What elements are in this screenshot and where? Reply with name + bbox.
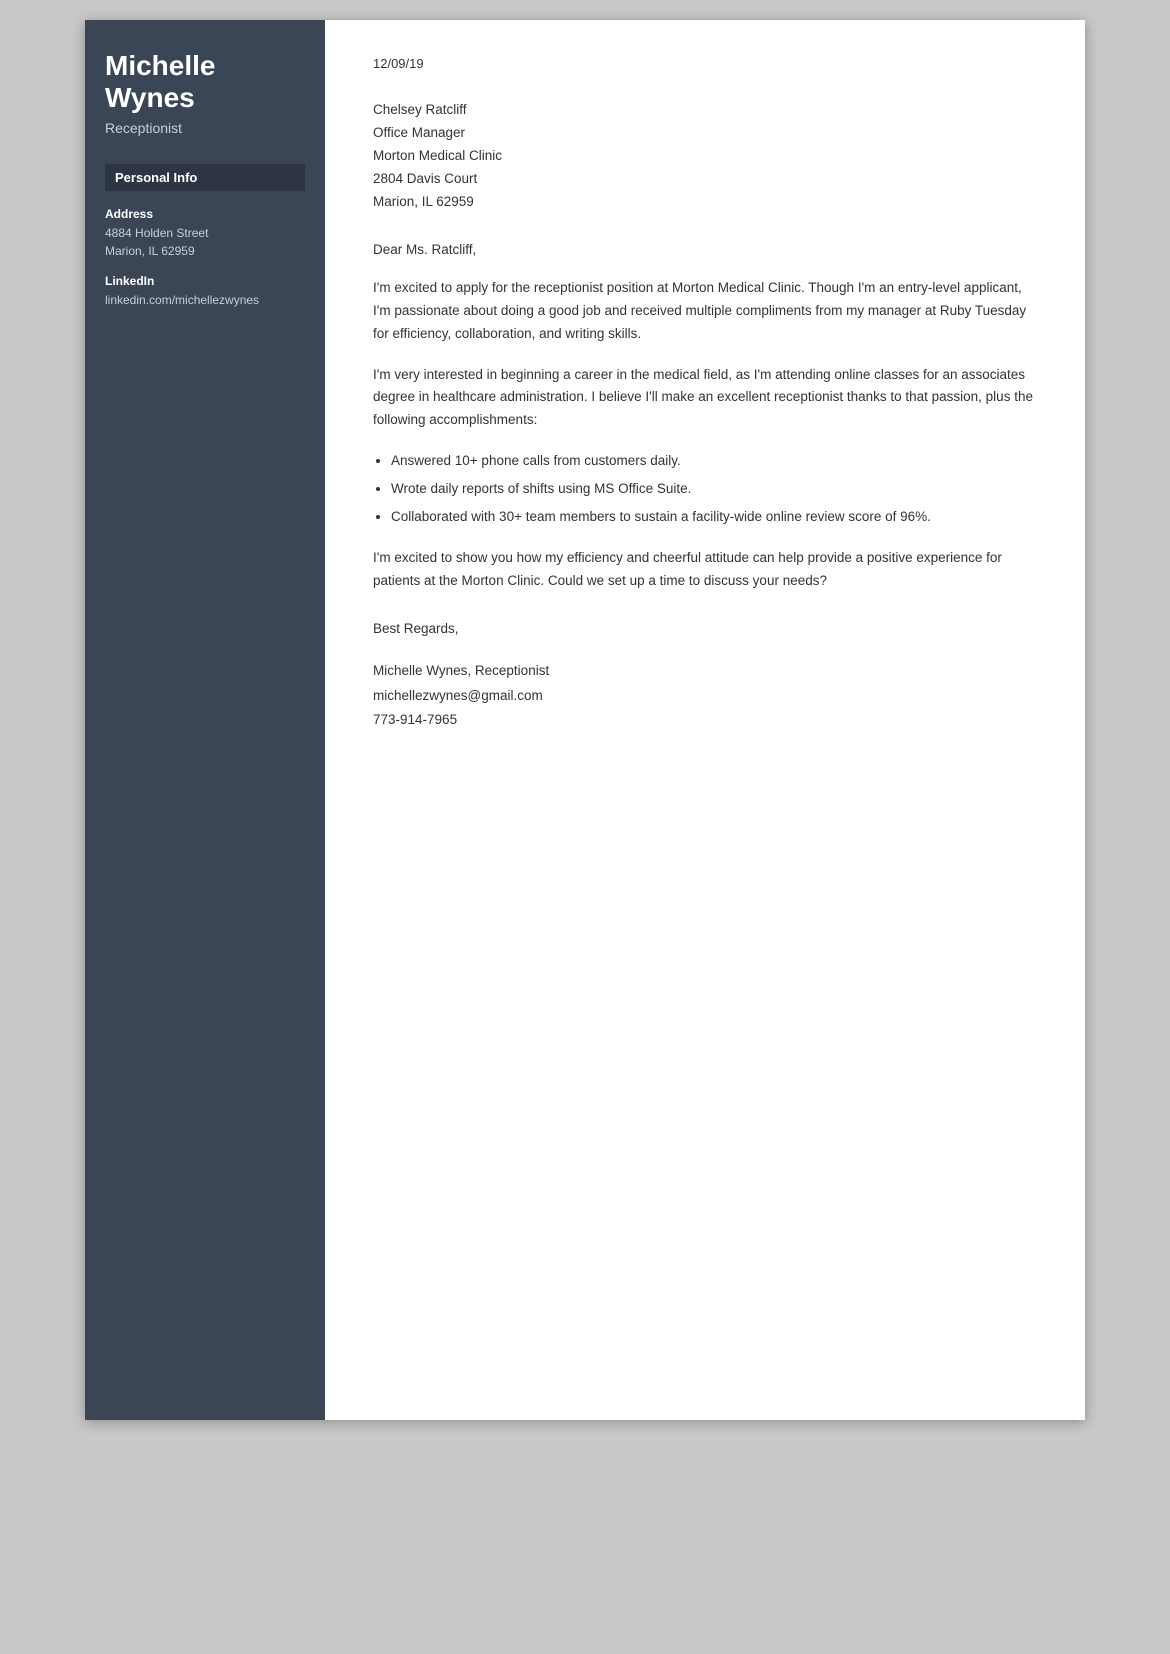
recipient-address2: Marion, IL 62959: [373, 191, 1037, 214]
paragraph2: I'm very interested in beginning a caree…: [373, 364, 1037, 433]
recipient-block: Chelsey Ratcliff Office Manager Morton M…: [373, 99, 1037, 214]
closing-block: Best Regards, Michelle Wynes, Receptioni…: [373, 617, 1037, 732]
letter-date: 12/09/19: [373, 56, 1037, 71]
linkedin-value: linkedin.com/michellezwynes: [105, 291, 305, 309]
linkedin-label: LinkedIn: [105, 274, 305, 288]
bullet3: Collaborated with 30+ team members to su…: [391, 506, 1037, 529]
sign-phone: 773-914-7965: [373, 708, 1037, 732]
applicant-title: Receptionist: [105, 120, 305, 136]
sign-name: Michelle Wynes, Receptionist: [373, 659, 1037, 683]
applicant-name: Michelle Wynes: [105, 50, 305, 114]
recipient-address1: 2804 Davis Court: [373, 168, 1037, 191]
recipient-name: Chelsey Ratcliff: [373, 99, 1037, 122]
bullet2: Wrote daily reports of shifts using MS O…: [391, 478, 1037, 501]
address-line1: 4884 Holden Street: [105, 226, 208, 240]
address-value: 4884 Holden Street Marion, IL 62959: [105, 224, 305, 260]
sign-email: michellezwynes@gmail.com: [373, 684, 1037, 708]
cover-letter-content: 12/09/19 Chelsey Ratcliff Office Manager…: [325, 20, 1085, 1420]
accomplishments-list: Answered 10+ phone calls from customers …: [391, 450, 1037, 529]
address-line2: Marion, IL 62959: [105, 244, 195, 258]
personal-info-heading: Personal Info: [105, 164, 305, 191]
bullet1: Answered 10+ phone calls from customers …: [391, 450, 1037, 473]
salutation: Dear Ms. Ratcliff,: [373, 242, 1037, 257]
letter-body: I'm excited to apply for the receptionis…: [373, 277, 1037, 593]
paragraph3: I'm excited to show you how my efficienc…: [373, 547, 1037, 593]
address-label: Address: [105, 207, 305, 221]
recipient-company: Morton Medical Clinic: [373, 145, 1037, 168]
closing: Best Regards,: [373, 617, 1037, 641]
resume-page: Michelle Wynes Receptionist Personal Inf…: [85, 20, 1085, 1420]
recipient-title: Office Manager: [373, 122, 1037, 145]
sidebar: Michelle Wynes Receptionist Personal Inf…: [85, 20, 325, 1420]
paragraph1: I'm excited to apply for the receptionis…: [373, 277, 1037, 346]
